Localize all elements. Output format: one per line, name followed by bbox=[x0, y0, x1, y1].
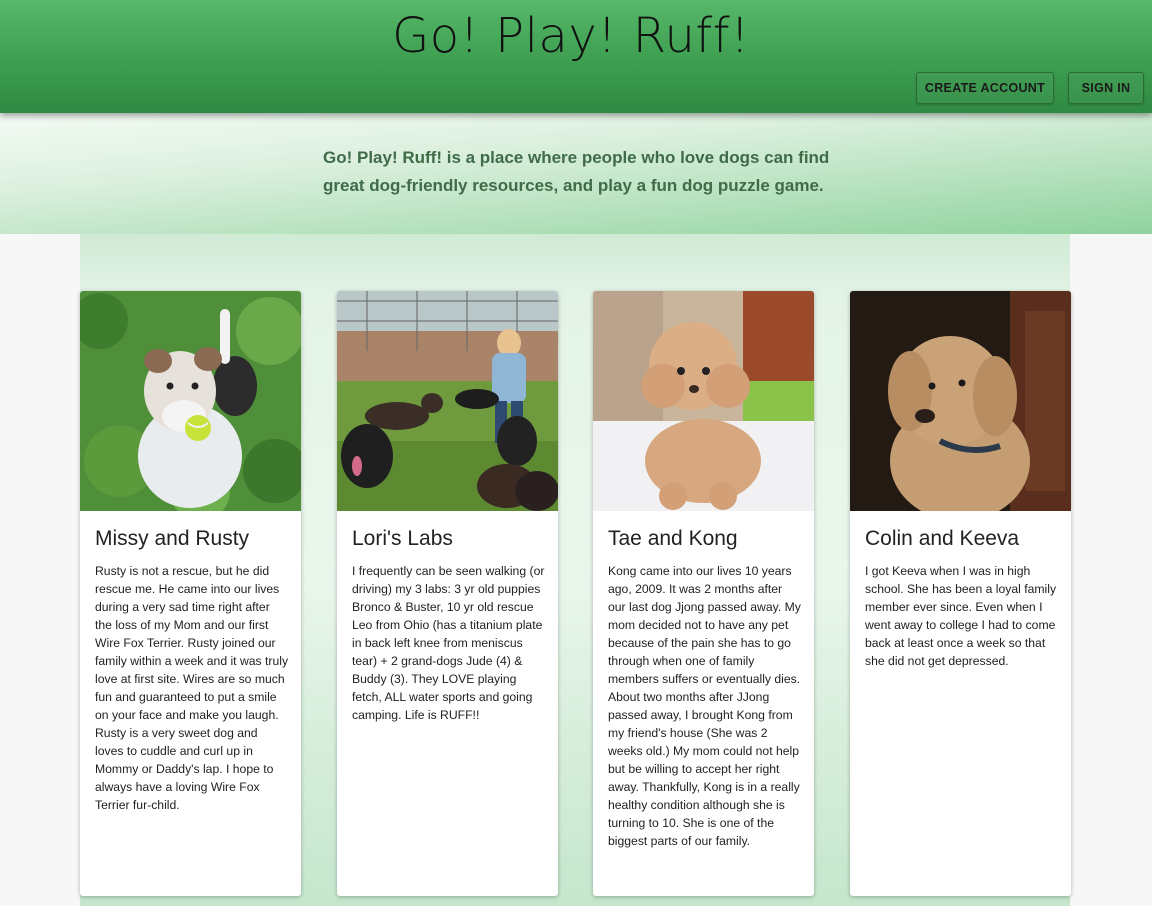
dog-card-colin-keeva: Colin and Keeva I got Keeva when I was i… bbox=[850, 291, 1071, 896]
site-tagline: Go! Play! Ruff! is a place where people … bbox=[323, 148, 830, 195]
site-title: Go! Play! Ruff! bbox=[392, 8, 750, 64]
card-title: Missy and Rusty bbox=[95, 527, 250, 550]
card-title: Colin and Keeva bbox=[865, 527, 1020, 550]
card-title: Lori's Labs bbox=[352, 527, 453, 550]
dog-card-loris-labs: Lori's Labs I frequently can be seen wal… bbox=[337, 291, 558, 896]
dog-photo-wheaten bbox=[850, 291, 1071, 511]
dog-card-missy-rusty: Missy and Rusty Rusty is not a rescue, b… bbox=[80, 291, 301, 896]
card-title: Tae and Kong bbox=[608, 527, 738, 550]
dog-photo-labs-with-owner bbox=[337, 291, 558, 511]
card-description: I got Keeva when I was in high school. S… bbox=[865, 564, 1057, 668]
card-description: I frequently can be seen walking (or dri… bbox=[352, 564, 545, 722]
sign-in-button[interactable]: SIGN IN bbox=[1068, 72, 1144, 104]
dog-photo-wire-fox-terrier bbox=[80, 291, 301, 511]
app-header: Go! Play! Ruff! CREATE ACCOUNT SIGN IN bbox=[0, 0, 1152, 113]
create-account-button[interactable]: CREATE ACCOUNT bbox=[916, 72, 1054, 104]
dog-photo-poodle bbox=[593, 291, 814, 511]
card-description: Rusty is not a rescue, but he did rescue… bbox=[95, 564, 289, 812]
hero-banner: Go! Play! Ruff! is a place where people … bbox=[0, 113, 1152, 234]
card-description: Kong came into our lives 10 years ago, 2… bbox=[608, 564, 801, 848]
dog-card-tae-kong: Tae and Kong Kong came into our lives 10… bbox=[593, 291, 814, 896]
